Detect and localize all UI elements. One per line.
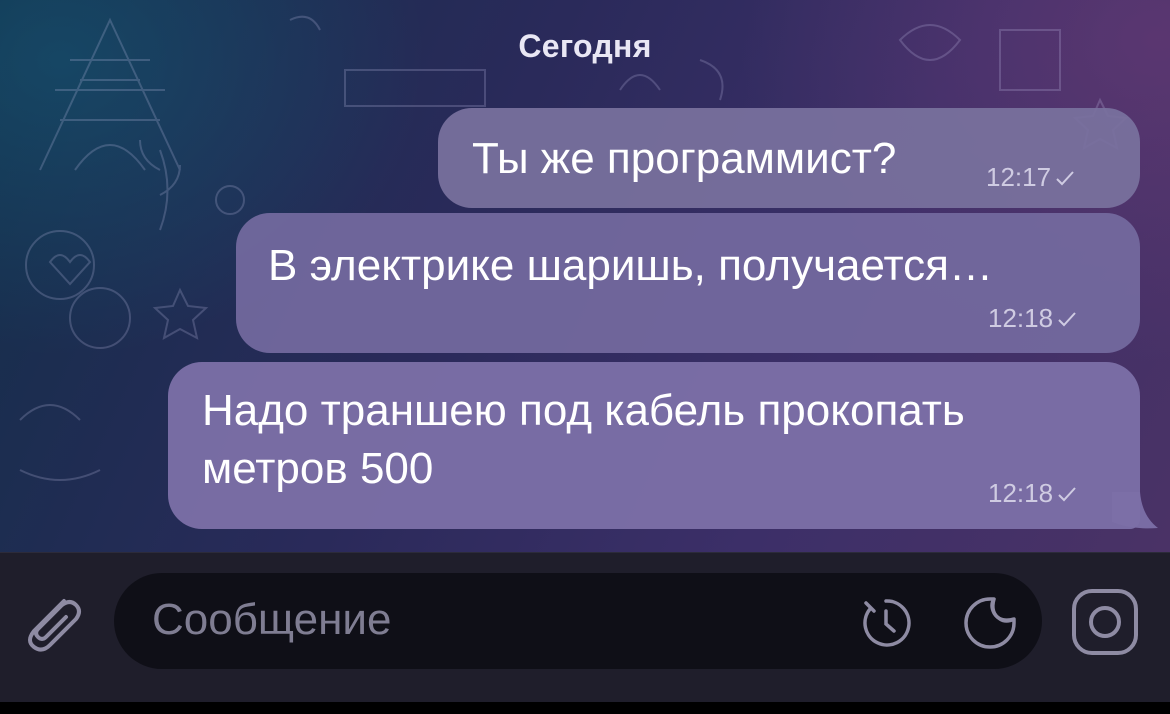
message-text: В электрике шаришь, получается… [268, 241, 993, 290]
chat-background: Сегодня Ты же программист? 12:17 В элект… [0, 0, 1170, 552]
outgoing-message[interactable]: Ты же программист? 12:17 [438, 108, 1140, 208]
message-meta: 12:17 [986, 162, 1075, 193]
bubble-tail [1112, 492, 1158, 529]
sent-check-icon [1056, 170, 1074, 185]
sent-check-icon [1058, 311, 1076, 326]
bottom-edge [0, 702, 1170, 714]
timer-icon[interactable] [856, 593, 916, 653]
message-time: 12:18 [988, 478, 1054, 508]
message-text: Надо траншею под кабель прокопать метров… [202, 386, 965, 493]
message-input[interactable]: Сообщение [114, 573, 1042, 669]
message-time: 12:17 [986, 162, 1052, 192]
message-meta: 12:18 [988, 478, 1077, 509]
message-meta: 12:18 [988, 303, 1077, 334]
message-composer: Сообщение [0, 552, 1170, 703]
camera-icon[interactable] [1068, 585, 1142, 659]
message-input-placeholder: Сообщение [152, 595, 392, 644]
sticker-icon[interactable] [960, 593, 1020, 653]
paperclip-icon[interactable] [16, 587, 86, 657]
outgoing-message[interactable]: Надо траншею под кабель прокопать метров… [168, 362, 1140, 529]
sent-check-icon [1058, 486, 1076, 501]
message-text: Ты же программист? [472, 134, 897, 183]
outgoing-message[interactable]: В электрике шаришь, получается… 12:18 [236, 213, 1140, 353]
message-time: 12:18 [988, 303, 1054, 333]
date-divider: Сегодня [518, 28, 652, 64]
